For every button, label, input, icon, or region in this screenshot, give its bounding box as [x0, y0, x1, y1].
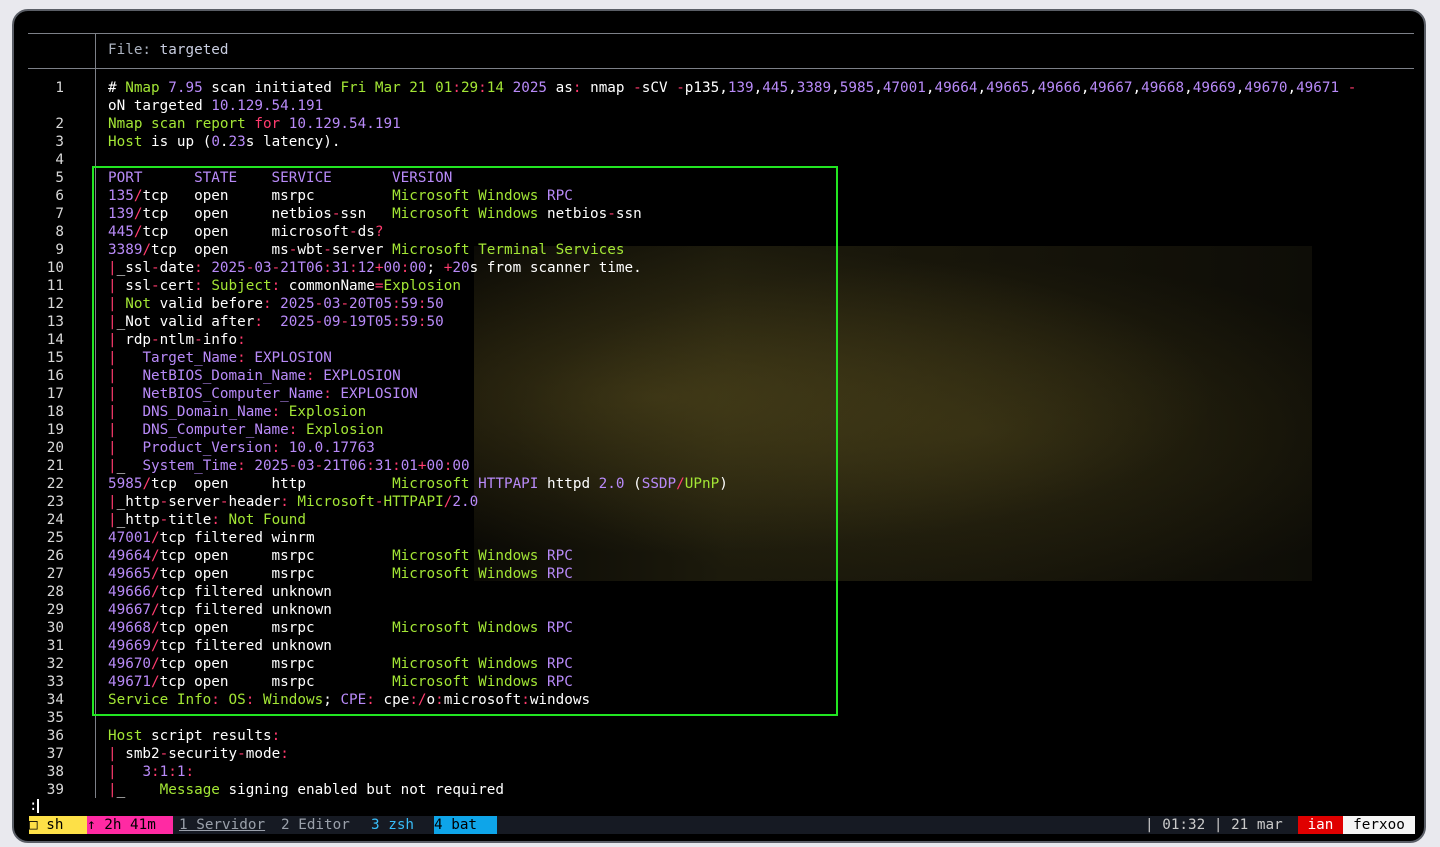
line-number: 15 — [46, 350, 64, 366]
code-line: | DNS_Computer_Name: Explosion — [108, 422, 384, 438]
code-line: | NetBIOS_Domain_Name: EXPLOSION — [108, 368, 401, 384]
line-number: 6 — [55, 188, 64, 204]
line-number: 16 — [46, 368, 64, 384]
code-line: | Product_Version: 10.0.17763 — [108, 440, 375, 456]
code-line: |_http-title: Not Found — [108, 512, 306, 528]
line-number: 7 — [55, 206, 64, 222]
code-line: | smb2-security-mode: — [108, 746, 289, 762]
code-line: |_ssl-date: 2025-03-21T06:31:12+00:00; +… — [108, 260, 642, 276]
line-number: 22 — [46, 476, 64, 492]
line-number: 34 — [46, 692, 64, 708]
code-line: | Target_Name: EXPLOSION — [108, 350, 332, 366]
file-header: File: targeted — [108, 41, 229, 59]
code-line: |_Not valid after: 2025-09-19T05:59:50 — [108, 314, 444, 330]
line-number: 35 — [46, 710, 64, 726]
code-line: 49666/tcp filtered unknown — [108, 584, 332, 600]
line-number — [14, 97, 64, 115]
session-name[interactable]: □ sh — [29, 816, 87, 834]
line-number: 1 — [55, 80, 64, 96]
code-line: | ssl-cert: Subject: commonName=Explosio… — [108, 278, 461, 294]
line-number: 29 — [46, 602, 64, 618]
code-line: 135/tcp open msrpc Microsoft Windows RPC — [108, 188, 573, 204]
line-number: 17 — [46, 386, 64, 402]
line-number: 2 — [55, 116, 64, 132]
code-line: | 3:1:1: — [108, 764, 195, 780]
code-line: 49668/tcp open msrpc Microsoft Windows R… — [108, 620, 573, 636]
code-line: oN targeted 10.129.54.191 — [108, 98, 324, 114]
line-number: 13 — [46, 314, 64, 330]
line-number: 30 — [46, 620, 64, 636]
line-number: 37 — [46, 746, 64, 762]
line-number: 19 — [46, 422, 64, 438]
code-line: 49667/tcp filtered unknown — [108, 602, 332, 618]
code-line: |_http-server-header: Microsoft-HTTPAPI/… — [108, 494, 479, 510]
line-number: 33 — [46, 674, 64, 690]
line-number: 4 — [55, 152, 64, 168]
code-line: 49664/tcp open msrpc Microsoft Windows R… — [108, 548, 573, 564]
uptime-indicator: ↑ 2h 41m — [87, 816, 173, 834]
terminal-window: File: targeted 1 # Nmap 7.95 scan initiat… — [12, 9, 1426, 843]
line-number: 31 — [46, 638, 64, 654]
line-number: 24 — [46, 512, 64, 528]
header-bottom-rule — [28, 68, 1414, 69]
line-number: 23 — [46, 494, 64, 510]
code-line: # Nmap 7.95 scan initiated Fri Mar 21 01… — [108, 80, 1357, 96]
line-number: 18 — [46, 404, 64, 420]
text-cursor — [37, 799, 40, 813]
window-tab-zsh[interactable]: 3 zsh — [371, 816, 414, 834]
file-header-prefix: File: — [108, 42, 160, 58]
code-line: | DNS_Domain_Name: Explosion — [108, 404, 367, 420]
line-number: 38 — [46, 764, 64, 780]
gutter-separator — [95, 33, 96, 798]
line-number: 25 — [46, 530, 64, 546]
line-number: 8 — [55, 224, 64, 240]
code-line: | rdp-ntlm-info: — [108, 332, 246, 348]
line-number: 28 — [46, 584, 64, 600]
line-number: 27 — [46, 566, 64, 582]
code-line: Host is up (0.23s latency). — [108, 134, 341, 150]
code-line: 49671/tcp open msrpc Microsoft Windows R… — [108, 674, 573, 690]
header-top-rule — [28, 33, 1414, 34]
host-badge: ferxoo — [1343, 816, 1415, 834]
line-number: 20 — [46, 440, 64, 456]
code-line: 3389/tcp open ms-wbt-server Microsoft Te… — [108, 242, 625, 258]
window-tab-bat-active[interactable]: 4 bat — [434, 816, 497, 834]
code-line: 47001/tcp filtered winrm — [108, 530, 315, 546]
command-prompt[interactable]: : — [29, 797, 40, 815]
code-line: | NetBIOS_Computer_Name: EXPLOSION — [108, 386, 418, 402]
line-number: 26 — [46, 548, 64, 564]
code-line: Service Info: OS: Windows; CPE: cpe:/o:m… — [108, 692, 591, 708]
code-line: PORT STATE SERVICE VERSION — [108, 170, 453, 186]
line-number: 10 — [46, 260, 64, 276]
line-number: 3 — [55, 134, 64, 150]
tmux-status-bar: □ sh ↑ 2h 41m 1 Servidor 2 Editor 3 zsh … — [29, 816, 1415, 834]
code-line: 49670/tcp open msrpc Microsoft Windows R… — [108, 656, 573, 672]
clock-date: | 01:32 | 21 mar — [1145, 817, 1283, 833]
line-number: 12 — [46, 296, 64, 312]
line-number: 21 — [46, 458, 64, 474]
window-tab-servidor[interactable]: 1 Servidor — [179, 816, 265, 834]
background-wallpaper — [474, 246, 1312, 581]
code-line: |_ System_Time: 2025-03-21T06:31:01+00:0… — [108, 458, 470, 474]
prompt-char: : — [29, 798, 38, 814]
code-line: 5985/tcp open http Microsoft HTTPAPI htt… — [108, 476, 728, 492]
line-number: 36 — [46, 728, 64, 744]
line-number: 5 — [55, 170, 64, 186]
code-line: 49669/tcp filtered unknown — [108, 638, 332, 654]
line-number: 9 — [55, 242, 64, 258]
code-line: 49665/tcp open msrpc Microsoft Windows R… — [108, 566, 573, 582]
code-line: | Not valid before: 2025-03-20T05:59:50 — [108, 296, 444, 312]
code-line: Nmap scan report for 10.129.54.191 — [108, 116, 401, 132]
line-number: 14 — [46, 332, 64, 348]
file-name: targeted — [159, 42, 229, 58]
line-number: 32 — [46, 656, 64, 672]
code-line: 445/tcp open microsoft-ds? — [108, 224, 384, 240]
code-line: 139/tcp open netbios-ssn Microsoft Windo… — [108, 206, 642, 222]
code-line: |_ Message signing enabled but not requi… — [108, 782, 504, 798]
code-line: Host script results: — [108, 728, 281, 744]
user-badge: ian — [1298, 816, 1343, 834]
line-number: 11 — [46, 278, 64, 294]
window-tab-editor[interactable]: 2 Editor — [281, 816, 350, 834]
